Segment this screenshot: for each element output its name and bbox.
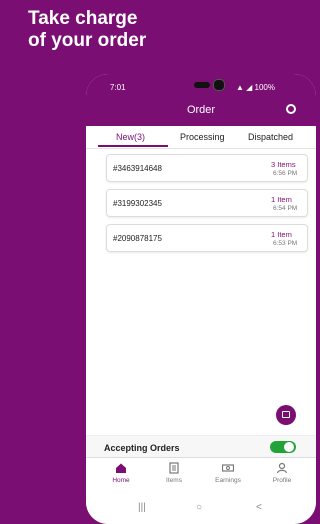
promo-headline: Take charge of your order	[28, 8, 146, 52]
floating-action-button[interactable]	[276, 405, 296, 425]
order-id: #3463914648	[113, 164, 162, 173]
app-bar: Order	[86, 96, 316, 126]
nav-item-home[interactable]: Home	[101, 462, 141, 484]
nav-label: Home	[112, 477, 130, 484]
bottom-nav: Home Items Earnings Profile	[86, 457, 316, 498]
home-icon	[116, 463, 126, 473]
camera-notch	[213, 79, 225, 91]
order-card[interactable]: #2090878175 1 Item 6:53 PM	[106, 224, 308, 252]
order-item-count: 1 Item	[271, 195, 292, 204]
home-button[interactable]: ○	[196, 502, 202, 513]
nav-item-profile[interactable]: Profile	[262, 462, 302, 484]
status-bar: 7:01 ▲ ◢ 100%	[86, 74, 316, 96]
order-card[interactable]: #3463914648 3 Items 6:56 PM	[106, 154, 308, 182]
active-tab-indicator	[98, 145, 168, 147]
promo-headline-line2: of your order	[28, 30, 147, 51]
order-time: 6:54 PM	[273, 205, 298, 212]
system-nav-bar: ||| ○ <	[86, 497, 316, 524]
nav-item-earnings[interactable]: Earnings	[208, 462, 248, 484]
nav-label: Profile	[272, 477, 292, 484]
profile-icon	[276, 462, 288, 474]
nav-item-items[interactable]: Items	[154, 462, 194, 484]
order-id: #2090878175	[113, 234, 162, 243]
tab-new[interactable]: New(3)	[116, 132, 145, 142]
phone-frame: 7:01 ▲ ◢ 100% Order New(3) Processing Di…	[86, 74, 316, 524]
accepting-orders-toggle[interactable]	[270, 441, 296, 453]
system-status-icons: ▲ ◢ 100%	[236, 83, 275, 92]
speaker-notch	[194, 82, 210, 88]
app-bar-action-icon[interactable]	[286, 104, 296, 114]
order-time: 6:53 PM	[273, 240, 298, 247]
order-id: #3199302345	[113, 199, 162, 208]
accepting-orders-bar: Accepting Orders	[86, 435, 316, 458]
order-time: 6:56 PM	[273, 170, 298, 177]
recents-button[interactable]: |||	[138, 502, 146, 513]
printer-icon	[282, 411, 290, 418]
page-title: Order	[186, 104, 216, 116]
back-button[interactable]: <	[256, 502, 262, 513]
promo-headline-line1: Take charge	[28, 8, 138, 29]
order-item-count: 1 Item	[271, 230, 292, 239]
items-icon	[169, 462, 179, 474]
nav-label: Items	[166, 477, 182, 484]
toggle-knob	[284, 442, 294, 452]
order-card[interactable]: #3199302345 1 Item 6:54 PM	[106, 189, 308, 217]
order-item-count: 3 Items	[271, 160, 296, 169]
nav-label: Earnings	[215, 477, 241, 484]
earnings-icon	[222, 464, 234, 472]
tab-processing[interactable]: Processing	[180, 132, 225, 142]
accepting-orders-label: Accepting Orders	[104, 443, 180, 453]
tab-dispatched[interactable]: Dispatched	[248, 132, 293, 142]
status-time: 7:01	[110, 83, 126, 92]
